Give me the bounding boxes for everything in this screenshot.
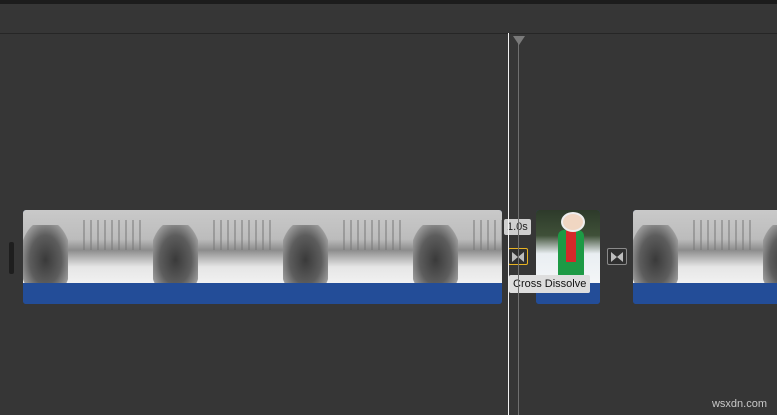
clip-thumbnails bbox=[536, 210, 600, 283]
thumbnail bbox=[283, 210, 413, 283]
audio-waveform bbox=[633, 283, 777, 304]
bowtie-icon bbox=[611, 251, 623, 262]
timeline-ruler-divider bbox=[0, 33, 777, 34]
thumbnail bbox=[763, 210, 777, 283]
video-clip-snow-yard[interactable] bbox=[23, 210, 502, 304]
transition-button[interactable] bbox=[607, 248, 627, 265]
playhead[interactable] bbox=[508, 33, 509, 415]
thumbnail bbox=[23, 210, 153, 283]
clip-thumbnails bbox=[633, 210, 777, 283]
thumbnail bbox=[536, 210, 600, 283]
audio-waveform bbox=[23, 283, 502, 304]
video-clip-snow-yard-2[interactable] bbox=[633, 210, 777, 304]
skimmer-marker-icon[interactable] bbox=[513, 36, 525, 45]
transition-tooltip: Cross Dissolve bbox=[509, 275, 591, 293]
timeline-resize-handle[interactable] bbox=[9, 242, 14, 274]
top-bar bbox=[0, 0, 777, 4]
skimmer-line bbox=[518, 36, 519, 415]
clip-thumbnails bbox=[23, 210, 502, 283]
thumbnail bbox=[153, 210, 283, 283]
thumbnail bbox=[413, 210, 502, 283]
thumbnail bbox=[633, 210, 763, 283]
watermark: wsxdn.com bbox=[711, 398, 767, 410]
